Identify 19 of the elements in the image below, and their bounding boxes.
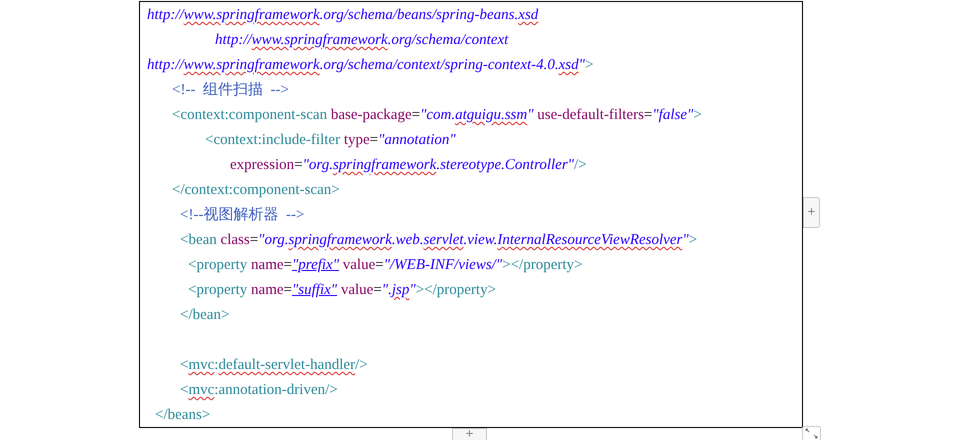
resize-handle-icon[interactable] (802, 426, 821, 440)
code-line: </bean> (179, 306, 230, 325)
code-line: </context:component-scan> (171, 181, 340, 200)
add-row-button[interactable]: + (452, 428, 487, 440)
code-line: http://www.springframework.org/schema/context (214, 31, 508, 50)
add-column-button[interactable]: + (803, 197, 820, 228)
code-line: <context:component-scan base-package="com.atguigu.ssm" use-default-filters="false"> (171, 106, 702, 125)
code-line: <bean class="org.springframework.web.servlet.view.InternalResourceViewResolver"> (179, 231, 698, 250)
code-line: http://www.springframework.org/schema/context/spring-context-4.0.xsd"> (147, 56, 594, 75)
code-line: <!-- 组件扫描 --> (171, 80, 289, 100)
code-line: <property name="suffix" value=".jsp"></property> (187, 281, 496, 300)
code-line: <property name="prefix" value="/WEB-INF/views/"></property> (187, 256, 582, 275)
code-line: </beans> (154, 406, 210, 425)
code-line: <!--视图解析器 --> (179, 206, 304, 225)
code-line: <context:include-filter type="annotation" (204, 131, 456, 150)
code-line: http://www.springframework.org/schema/beans/spring-beans.xsd (147, 6, 538, 25)
code-line: expression="org.springframework.stereotype.Controller"/> (229, 156, 587, 175)
code-line: <mvc:annotation-driven/> (179, 381, 338, 400)
code-line: <mvc:default-servlet-handler/> (179, 356, 368, 375)
